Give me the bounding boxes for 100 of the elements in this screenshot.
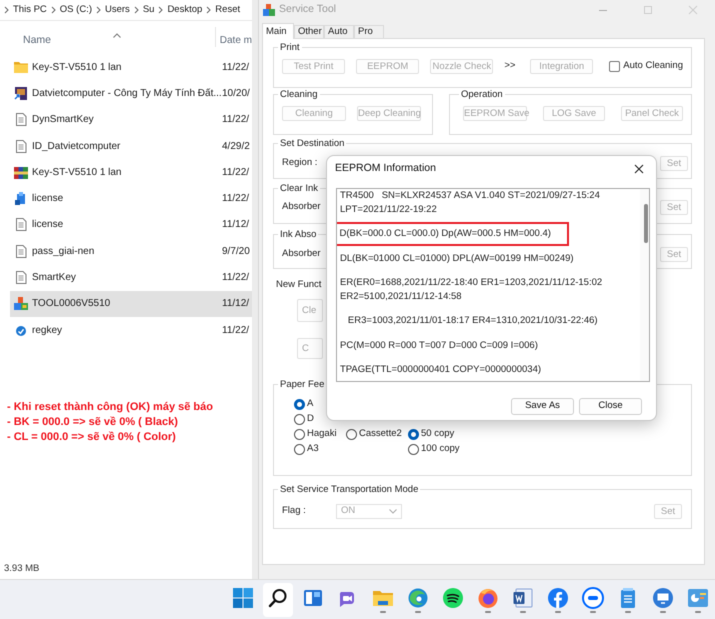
- field-label: Region :: [282, 156, 318, 170]
- music-icon: [442, 586, 464, 608]
- group-title: Ink Abso: [279, 228, 318, 241]
- file-name: regkey: [32, 324, 64, 338]
- chevron-icon: [4, 6, 9, 14]
- radio-label: A: [307, 397, 314, 412]
- file-row[interactable]: Key-ST-V5510 1 lan 11/22/: [10, 159, 252, 186]
- file-date: 11/22/: [222, 113, 250, 128]
- eeprom-text: DL(BK=01000 CL=01000) DPL(AW=00199 HM=00249): [340, 252, 574, 264]
- file-date: 9/7/20: [222, 244, 250, 259]
- file-date: 10/20/: [222, 86, 250, 101]
- chevron-icon: [50, 6, 56, 14]
- field-label: Absorber: [282, 200, 321, 214]
- chevron-icon: [158, 6, 164, 14]
- tab[interactable]: Auto: [324, 25, 354, 38]
- checkbox-label: Auto Cleaning: [623, 59, 683, 74]
- file-row[interactable]: ID_Datvietcomputer 4/29/2: [10, 132, 252, 160]
- file-name: Datvietcomputer - Công Ty Máy Tính Đất...: [32, 86, 222, 101]
- radio-button[interactable]: [294, 444, 305, 455]
- social-app-icon: [547, 586, 569, 608]
- eeprom-text: ER3=1003,2021/11/01-18:17 ER4=1310,2021/10/31-22:46): [346, 315, 598, 326]
- radio-button[interactable]: [408, 429, 419, 440]
- document-icon: [14, 218, 28, 232]
- radio-label: 100 copy: [421, 442, 460, 456]
- file-row[interactable]: DynSmartKey 11/22/: [10, 106, 252, 133]
- dialog-title: EEPROM Information: [335, 161, 436, 176]
- application-icon: [14, 297, 28, 310]
- document-icon: [14, 271, 28, 284]
- file-row[interactable]: license 11/12/: [10, 212, 252, 238]
- breadcrumb-item[interactable]: Reset: [215, 2, 240, 18]
- tab[interactable]: Main: [262, 23, 294, 39]
- eeprom-text: D(BK=000.0 CL=000.0) Dp(AW=000.5 HM=000.4): [340, 228, 551, 239]
- breadcrumb-item[interactable]: This PC: [13, 2, 47, 18]
- installer-icon: [14, 192, 28, 206]
- note-line: - Khi reset thành công (OK) máy sẽ báo: [7, 400, 214, 416]
- dialog-button[interactable]: Close: [579, 398, 642, 415]
- radio-button[interactable]: [294, 414, 305, 425]
- file-name: license: [32, 218, 64, 232]
- caret-icon: [389, 508, 397, 514]
- eeprom-text: TPAGE(TTL=0000000401 COPY=0000000034): [340, 364, 542, 375]
- chart-icon: [687, 586, 709, 608]
- windows-start-icon: [232, 586, 254, 608]
- file-date: 11/12/: [222, 297, 250, 312]
- radio-button[interactable]: [294, 429, 305, 440]
- chevron-icon: [134, 6, 139, 14]
- radio-button[interactable]: [294, 399, 305, 410]
- close-icon[interactable]: [634, 164, 644, 174]
- file-row[interactable]: Datvietcomputer - Công Ty Máy Tính Đất...10/20/: [10, 80, 252, 107]
- radio-button[interactable]: [408, 444, 419, 455]
- breadcrumb-item[interactable]: Su: [142, 2, 154, 18]
- checkbox[interactable]: [609, 61, 620, 72]
- file-date: 11/22/: [222, 60, 250, 75]
- group-title: Set Service Transportation Mode: [279, 483, 420, 496]
- shortcut-icon: [14, 86, 28, 100]
- document-icon: [14, 140, 28, 153]
- breadcrumb-item[interactable]: OS (C:): [60, 2, 92, 18]
- radio-label: 50 copy: [421, 427, 454, 442]
- group-title: Print: [279, 41, 301, 54]
- file-date: 11/22/: [222, 324, 250, 338]
- group-title: Set Destination: [279, 137, 346, 150]
- group-title: Clear Ink: [279, 182, 320, 195]
- eeprom-text: ER(ER0=1688,2021/11/22-18:40 ER1=1203,2021/11/12-15:02 ER2=5100,2021/11/12-14:58: [340, 277, 604, 302]
- dialog-button[interactable]: Save As: [511, 398, 574, 415]
- file-name: Key-ST-V5510 1 lan: [32, 166, 122, 180]
- text-area[interactable]: [336, 188, 650, 382]
- arrow-text: >>: [504, 59, 516, 74]
- file-name: DynSmartKey: [32, 113, 95, 128]
- archive-icon: [14, 166, 28, 179]
- registry-icon: [14, 324, 28, 337]
- status-text: 3.93 MB: [3, 563, 40, 576]
- group-title: Paper Fee: [279, 378, 326, 391]
- window-title: Service Tool: [279, 2, 336, 18]
- file-row[interactable]: Key-ST-V5510 1 lan 11/22/: [10, 54, 252, 80]
- breadcrumb-item[interactable]: Desktop: [167, 2, 202, 18]
- group-title: Cleaning: [279, 88, 318, 101]
- document-icon: [512, 586, 534, 608]
- radio-label: Hagaki: [307, 427, 337, 442]
- file-row[interactable]: license 11/22/: [10, 185, 252, 212]
- file-name: license: [32, 192, 64, 206]
- file-date: 11/22/: [222, 166, 250, 180]
- tab[interactable]: Other: [294, 25, 324, 38]
- breadcrumb-item[interactable]: Users: [105, 2, 130, 18]
- file-name: SmartKey: [32, 271, 77, 286]
- scrollbar-thumb[interactable]: [644, 204, 648, 243]
- taskbar-button[interactable]: [263, 582, 293, 616]
- file-name: pass_giai-nen: [32, 244, 96, 259]
- group-title: Operation: [460, 88, 504, 101]
- file-row[interactable]: SmartKey 11/22/: [10, 264, 252, 291]
- file-row[interactable]: TOOL0006V5510 11/12/: [10, 290, 252, 317]
- file-row[interactable]: pass_giai-nen 9/7/20: [10, 238, 252, 264]
- column-header[interactable]: Name: [23, 33, 113, 49]
- chevron-icon: [206, 6, 212, 14]
- tab[interactable]: Pro: [354, 25, 384, 38]
- radio-label: Cassette2: [359, 427, 402, 442]
- file-date: 11/22/: [222, 192, 250, 206]
- file-row[interactable]: regkey 11/22/: [10, 316, 252, 344]
- column-header[interactable]: Date m: [220, 33, 252, 48]
- radio-button[interactable]: [346, 429, 357, 440]
- search-icon: [267, 586, 289, 608]
- file-name: Key-ST-V5510 1 lan: [32, 60, 122, 75]
